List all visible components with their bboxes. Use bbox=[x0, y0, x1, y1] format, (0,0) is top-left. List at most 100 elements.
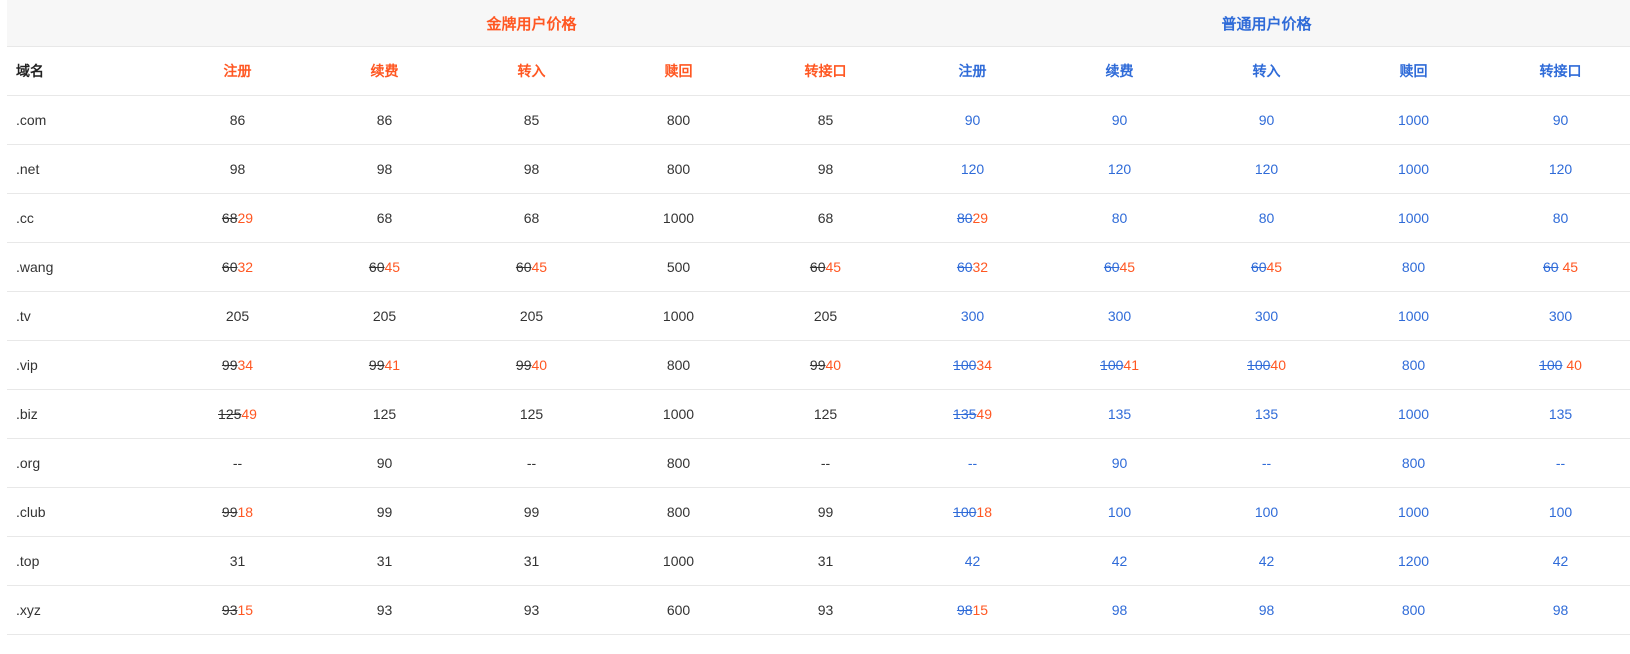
gold-renew-price-cell: 31 bbox=[311, 536, 458, 586]
price-value: 800 bbox=[1401, 357, 1426, 373]
gold-transfer-in-price-cell: 31 bbox=[458, 536, 605, 586]
gold-transfer-api-price-cell: 31 bbox=[752, 536, 900, 586]
original-price: 60 bbox=[1103, 259, 1120, 275]
gold-renew-price-cell: 99 bbox=[311, 487, 458, 537]
price-value: 68 bbox=[376, 210, 393, 226]
price-value: 98 bbox=[1111, 602, 1128, 618]
gold-register-price-cell: 9315 bbox=[164, 585, 311, 635]
normal-register-price-cell: 13549 bbox=[899, 389, 1047, 439]
gold-renew-price-cell: 6045 bbox=[311, 242, 458, 292]
price-value: 800 bbox=[666, 112, 691, 128]
original-price: 135 bbox=[953, 406, 977, 422]
gold-redeem-price-cell: 800 bbox=[605, 340, 752, 390]
price-value: 125 bbox=[519, 406, 544, 422]
promo-price: 40 bbox=[531, 357, 548, 373]
promo-price: 40 bbox=[1270, 357, 1286, 373]
price-value: 99 bbox=[817, 504, 834, 520]
normal-renew-price-cell: 6045 bbox=[1046, 242, 1194, 292]
normal-register-price-cell: 42 bbox=[899, 536, 1047, 586]
table-row: .com 86 86 85 800 85 90 90 90 1000 90 bbox=[7, 95, 1630, 145]
promo-price: 49 bbox=[241, 406, 257, 422]
gold-transfer-in-price-cell: 68 bbox=[458, 193, 605, 243]
price-value: 93 bbox=[817, 602, 834, 618]
promo-price: 45 bbox=[384, 259, 401, 275]
normal-register-price-cell: -- bbox=[899, 438, 1047, 488]
price-value: 98 bbox=[523, 161, 540, 177]
price-value: 42 bbox=[1258, 553, 1275, 569]
gold-transfer-in-price-cell: 125 bbox=[458, 389, 605, 439]
gold-renew-price-cell: 125 bbox=[311, 389, 458, 439]
normal-renew-price-cell: 135 bbox=[1046, 389, 1194, 439]
promo-price: 34 bbox=[976, 357, 992, 373]
original-price: 93 bbox=[221, 602, 238, 618]
price-value: 85 bbox=[523, 112, 540, 128]
original-price: 60 bbox=[221, 259, 238, 275]
normal-redeem-price-cell: 800 bbox=[1340, 438, 1488, 488]
gold-register-price-cell: 205 bbox=[164, 291, 311, 341]
gold-transfer-api-price-cell: 85 bbox=[752, 95, 900, 145]
normal-transfer-in-price-cell: 6045 bbox=[1193, 242, 1341, 292]
normal-transfer-in-price-cell: 120 bbox=[1193, 144, 1341, 194]
gold-register-price-cell: 12549 bbox=[164, 389, 311, 439]
price-table-body: .com 86 86 85 800 85 90 90 90 1000 90 .net 98 98 98 800… bbox=[7, 95, 1630, 635]
price-value: 800 bbox=[666, 161, 691, 177]
normal-renew-price-cell: 80 bbox=[1046, 193, 1194, 243]
normal-transfer-api-column-header: 转接口 bbox=[1487, 46, 1630, 96]
normal-transfer-api-price-cell: 120 bbox=[1487, 144, 1630, 194]
price-value: 86 bbox=[229, 112, 246, 128]
price-value: 500 bbox=[666, 259, 691, 275]
gold-redeem-price-cell: 1000 bbox=[605, 536, 752, 586]
domain-name-cell: .net bbox=[7, 144, 164, 194]
price-value: 300 bbox=[1107, 308, 1132, 324]
price-value: 800 bbox=[1401, 259, 1426, 275]
price-value: 98 bbox=[1258, 602, 1275, 618]
gold-redeem-price-cell: 1000 bbox=[605, 291, 752, 341]
gold-register-price-cell: -- bbox=[164, 438, 311, 488]
original-price: 100 bbox=[953, 357, 977, 373]
price-value: 80 bbox=[1111, 210, 1128, 226]
gold-transfer-in-price-cell: 98 bbox=[458, 144, 605, 194]
normal-renew-price-cell: 98 bbox=[1046, 585, 1194, 635]
table-row: .org -- 90 -- 800 -- -- 90 -- 800 -- bbox=[7, 438, 1630, 488]
original-price: 100 bbox=[1100, 357, 1124, 373]
gold-renew-column-header: 续费 bbox=[311, 46, 458, 96]
column-header-row: 域名 注册 续费 转入 赎回 转接口 注册 续费 转入 赎回 转接口 bbox=[7, 46, 1630, 96]
promo-price: 45 bbox=[825, 259, 842, 275]
promo-price: 41 bbox=[384, 357, 401, 373]
gold-transfer-in-price-cell: 9940 bbox=[458, 340, 605, 390]
price-value: 800 bbox=[666, 357, 691, 373]
original-price: 99 bbox=[368, 357, 385, 373]
normal-transfer-api-price-cell: 60 45 bbox=[1487, 242, 1630, 292]
gold-redeem-price-cell: 500 bbox=[605, 242, 752, 292]
domain-price-table: 金牌用户价格 普通用户价格 域名 注册 续费 转入 赎回 转接口 注册 续费 转… bbox=[7, 0, 1630, 635]
normal-register-price-cell: 10034 bbox=[899, 340, 1047, 390]
price-value: 31 bbox=[523, 553, 540, 569]
price-value: 1000 bbox=[1397, 210, 1430, 226]
price-value: 300 bbox=[1548, 308, 1573, 324]
price-value: 1000 bbox=[1397, 504, 1430, 520]
gold-transfer-api-column-header: 转接口 bbox=[752, 46, 900, 96]
promo-price: 29 bbox=[237, 210, 254, 226]
price-value: 98 bbox=[1552, 602, 1569, 618]
price-value: -- bbox=[1261, 455, 1272, 471]
price-value: 98 bbox=[376, 161, 393, 177]
promo-price: 18 bbox=[237, 504, 254, 520]
price-value: 31 bbox=[376, 553, 393, 569]
original-price: 80 bbox=[956, 210, 973, 226]
domain-name-cell: .xyz bbox=[7, 585, 164, 635]
price-value: 68 bbox=[523, 210, 540, 226]
group-header-row: 金牌用户价格 普通用户价格 bbox=[7, 0, 1630, 47]
price-value: 80 bbox=[1258, 210, 1275, 226]
price-value: 86 bbox=[376, 112, 393, 128]
gold-redeem-price-cell: 800 bbox=[605, 438, 752, 488]
normal-redeem-price-cell: 1000 bbox=[1340, 291, 1488, 341]
domain-name-cell: .cc bbox=[7, 193, 164, 243]
normal-price-group-header: 普通用户价格 bbox=[899, 0, 1630, 47]
gold-transfer-in-column-header: 转入 bbox=[458, 46, 605, 96]
price-value: 68 bbox=[817, 210, 834, 226]
price-value: 1200 bbox=[1397, 553, 1430, 569]
price-value: 205 bbox=[225, 308, 250, 324]
promo-price: 45 bbox=[531, 259, 548, 275]
price-value: 600 bbox=[666, 602, 691, 618]
price-value: 205 bbox=[813, 308, 838, 324]
